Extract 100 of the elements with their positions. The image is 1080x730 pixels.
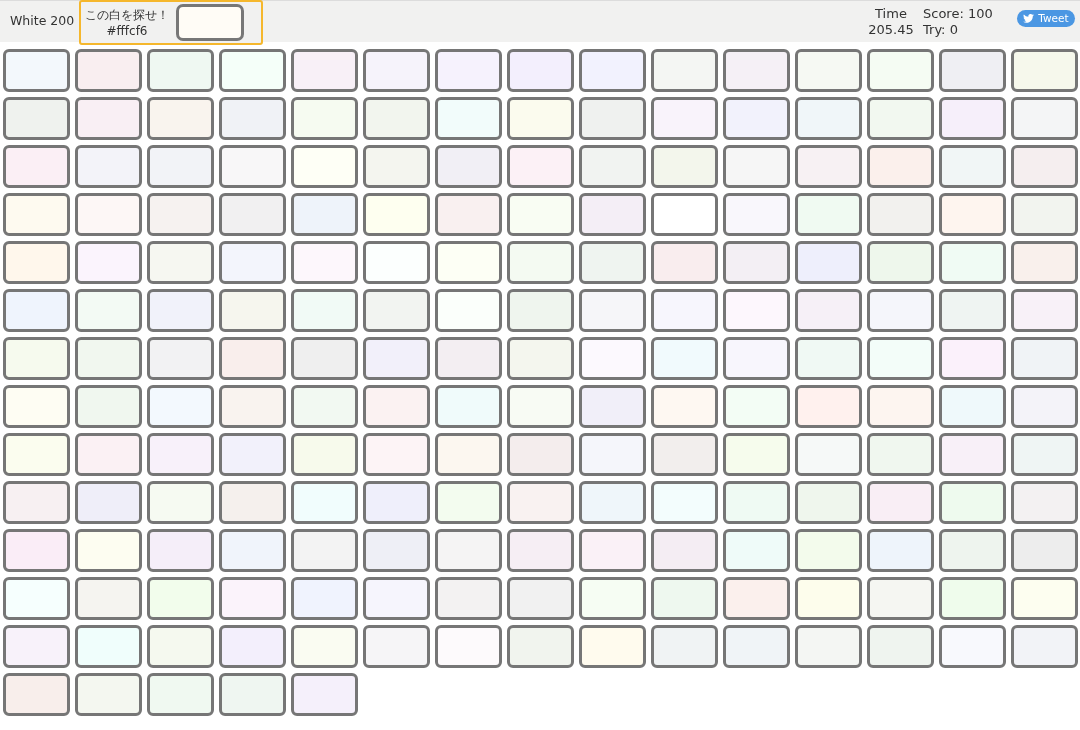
- color-tile[interactable]: [507, 577, 574, 620]
- color-tile[interactable]: [363, 145, 430, 188]
- color-tile[interactable]: [723, 481, 790, 524]
- color-tile[interactable]: [579, 289, 646, 332]
- color-tile[interactable]: [363, 433, 430, 476]
- color-tile[interactable]: [651, 97, 718, 140]
- color-tile[interactable]: [1011, 289, 1078, 332]
- color-tile[interactable]: [435, 241, 502, 284]
- color-tile[interactable]: [507, 193, 574, 236]
- color-tile[interactable]: [507, 145, 574, 188]
- color-tile[interactable]: [939, 337, 1006, 380]
- color-tile[interactable]: [363, 529, 430, 572]
- color-tile[interactable]: [867, 145, 934, 188]
- color-tile[interactable]: [723, 385, 790, 428]
- color-tile[interactable]: [507, 481, 574, 524]
- color-tile[interactable]: [795, 385, 862, 428]
- color-tile[interactable]: [867, 241, 934, 284]
- color-tile[interactable]: [219, 49, 286, 92]
- color-tile[interactable]: [723, 289, 790, 332]
- color-tile[interactable]: [219, 241, 286, 284]
- color-tile[interactable]: [363, 337, 430, 380]
- color-tile[interactable]: [363, 385, 430, 428]
- color-tile[interactable]: [3, 673, 70, 716]
- color-tile[interactable]: [363, 625, 430, 668]
- color-tile[interactable]: [291, 577, 358, 620]
- color-tile[interactable]: [507, 241, 574, 284]
- color-tile[interactable]: [723, 241, 790, 284]
- color-tile[interactable]: [435, 433, 502, 476]
- color-tile[interactable]: [723, 625, 790, 668]
- color-tile[interactable]: [1011, 385, 1078, 428]
- color-tile[interactable]: [147, 433, 214, 476]
- color-tile[interactable]: [219, 433, 286, 476]
- color-tile[interactable]: [507, 625, 574, 668]
- color-tile[interactable]: [219, 529, 286, 572]
- color-tile[interactable]: [795, 289, 862, 332]
- color-tile[interactable]: [795, 193, 862, 236]
- color-tile[interactable]: [147, 145, 214, 188]
- color-tile[interactable]: [75, 289, 142, 332]
- color-tile[interactable]: [147, 241, 214, 284]
- color-tile[interactable]: [75, 337, 142, 380]
- color-tile[interactable]: [363, 241, 430, 284]
- color-tile[interactable]: [507, 529, 574, 572]
- color-tile[interactable]: [939, 289, 1006, 332]
- color-tile[interactable]: [147, 625, 214, 668]
- color-tile[interactable]: [75, 481, 142, 524]
- color-tile[interactable]: [867, 577, 934, 620]
- color-tile[interactable]: [939, 49, 1006, 92]
- color-tile[interactable]: [147, 49, 214, 92]
- color-tile[interactable]: [579, 529, 646, 572]
- color-tile[interactable]: [1011, 337, 1078, 380]
- color-tile[interactable]: [363, 481, 430, 524]
- tweet-button[interactable]: Tweet: [1017, 9, 1075, 27]
- color-tile[interactable]: [507, 385, 574, 428]
- color-tile[interactable]: [435, 289, 502, 332]
- color-tile[interactable]: [75, 97, 142, 140]
- color-tile[interactable]: [75, 193, 142, 236]
- color-tile[interactable]: [219, 673, 286, 716]
- color-tile[interactable]: [3, 145, 70, 188]
- color-tile[interactable]: [579, 193, 646, 236]
- color-tile[interactable]: [3, 385, 70, 428]
- color-tile[interactable]: [651, 577, 718, 620]
- color-tile[interactable]: [3, 193, 70, 236]
- color-tile[interactable]: [75, 673, 142, 716]
- color-tile[interactable]: [219, 337, 286, 380]
- color-tile[interactable]: [723, 49, 790, 92]
- color-tile[interactable]: [75, 433, 142, 476]
- color-tile[interactable]: [1011, 577, 1078, 620]
- color-tile[interactable]: [579, 481, 646, 524]
- color-tile[interactable]: [219, 97, 286, 140]
- color-tile[interactable]: [507, 289, 574, 332]
- color-tile[interactable]: [363, 97, 430, 140]
- color-tile[interactable]: [939, 97, 1006, 140]
- color-tile[interactable]: [795, 49, 862, 92]
- color-tile[interactable]: [867, 289, 934, 332]
- color-tile[interactable]: [1011, 625, 1078, 668]
- color-tile[interactable]: [435, 193, 502, 236]
- color-tile[interactable]: [75, 577, 142, 620]
- color-tile[interactable]: [219, 145, 286, 188]
- color-tile[interactable]: [651, 433, 718, 476]
- color-tile[interactable]: [291, 97, 358, 140]
- color-tile[interactable]: [651, 625, 718, 668]
- color-tile[interactable]: [867, 193, 934, 236]
- color-tile[interactable]: [651, 193, 718, 236]
- color-tile[interactable]: [291, 145, 358, 188]
- color-tile[interactable]: [75, 529, 142, 572]
- color-tile[interactable]: [867, 337, 934, 380]
- color-tile[interactable]: [723, 529, 790, 572]
- color-tile[interactable]: [291, 193, 358, 236]
- color-tile[interactable]: [363, 49, 430, 92]
- color-tile[interactable]: [579, 145, 646, 188]
- color-tile[interactable]: [507, 433, 574, 476]
- color-tile[interactable]: [3, 289, 70, 332]
- color-tile[interactable]: [291, 49, 358, 92]
- color-tile[interactable]: [435, 385, 502, 428]
- color-tile[interactable]: [867, 97, 934, 140]
- color-tile[interactable]: [939, 193, 1006, 236]
- color-tile[interactable]: [867, 49, 934, 92]
- color-tile[interactable]: [1011, 433, 1078, 476]
- color-tile[interactable]: [795, 97, 862, 140]
- color-tile[interactable]: [3, 481, 70, 524]
